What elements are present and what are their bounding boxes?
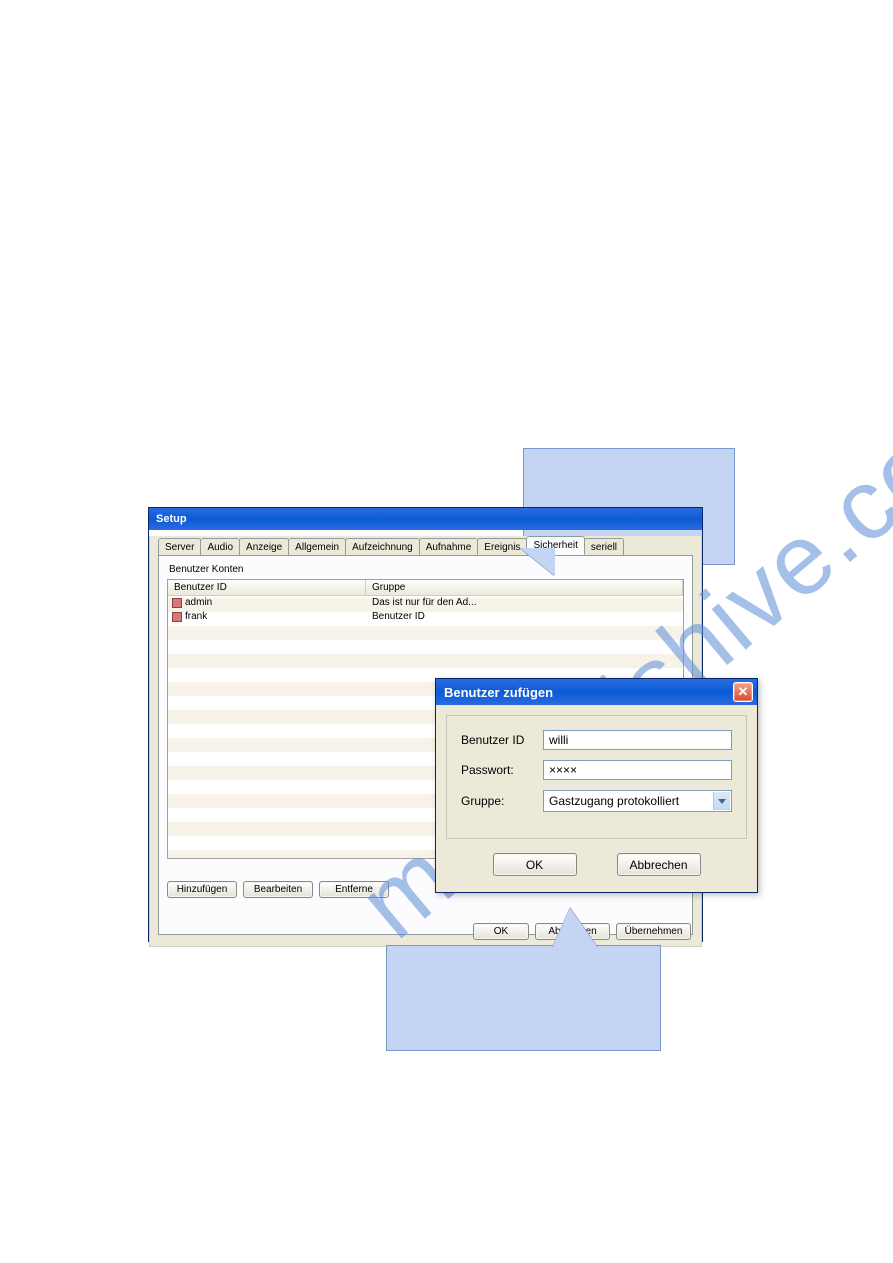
add-user-dialog: Benutzer zufügen ✕ Benutzer ID Passwort:… bbox=[435, 678, 758, 893]
label-user-id: Benutzer ID bbox=[461, 733, 543, 747]
table-body: admin Das ist nur für den Ad... frank Be… bbox=[168, 596, 683, 624]
close-icon[interactable]: ✕ bbox=[733, 682, 753, 702]
label-password: Passwort: bbox=[461, 763, 543, 777]
setup-title: Setup bbox=[156, 513, 187, 525]
select-group[interactable]: Gastzugang protokolliert bbox=[543, 790, 732, 812]
user-icon bbox=[172, 612, 182, 622]
row-password: Passwort: bbox=[461, 760, 732, 780]
tab-anzeige[interactable]: Anzeige bbox=[239, 538, 289, 555]
tab-audio[interactable]: Audio bbox=[200, 538, 240, 555]
chevron-down-icon[interactable] bbox=[713, 792, 730, 810]
modal-body: Benutzer ID Passwort: Gruppe: Gastzugang… bbox=[436, 705, 757, 892]
edit-button[interactable]: Bearbeiten bbox=[243, 881, 313, 898]
add-button[interactable]: Hinzufügen bbox=[167, 881, 237, 898]
callout-bottom-tail bbox=[552, 908, 598, 948]
tab-aufzeichnung[interactable]: Aufzeichnung bbox=[345, 538, 420, 555]
tab-seriell[interactable]: seriell bbox=[584, 538, 624, 555]
label-group: Gruppe: bbox=[461, 794, 543, 808]
panel-button-row: Hinzufügen Bearbeiten Entferne bbox=[167, 881, 389, 898]
table-row[interactable]: admin Das ist nur für den Ad... bbox=[168, 596, 683, 610]
col-header-id[interactable]: Benutzer ID bbox=[168, 580, 366, 595]
modal-inner: Benutzer ID Passwort: Gruppe: Gastzugang… bbox=[446, 715, 747, 839]
callout-top-tail bbox=[500, 548, 555, 576]
remove-button[interactable]: Entferne bbox=[319, 881, 389, 898]
setup-titlebar: Setup bbox=[149, 508, 702, 530]
cell-group: Das ist nur für den Ad... bbox=[366, 596, 683, 610]
modal-cancel-button[interactable]: Abbrechen bbox=[617, 853, 701, 876]
cell-group: Benutzer ID bbox=[366, 610, 683, 624]
input-user-id[interactable] bbox=[543, 730, 732, 750]
cell-user-id: frank bbox=[185, 610, 207, 624]
tab-row: Server Audio Anzeige Allgemein Aufzeichn… bbox=[158, 536, 693, 555]
ok-button[interactable]: OK bbox=[473, 923, 529, 940]
table-header: Benutzer ID Gruppe bbox=[168, 580, 683, 596]
modal-ok-button[interactable]: OK bbox=[493, 853, 577, 876]
tab-server[interactable]: Server bbox=[158, 538, 201, 555]
row-user-id: Benutzer ID bbox=[461, 730, 732, 750]
col-header-group[interactable]: Gruppe bbox=[366, 580, 683, 595]
tab-aufnahme[interactable]: Aufnahme bbox=[419, 538, 479, 555]
cell-user-id: admin bbox=[185, 596, 212, 610]
user-icon bbox=[172, 598, 182, 608]
apply-button[interactable]: Übernehmen bbox=[616, 923, 691, 940]
tab-allgemein[interactable]: Allgemein bbox=[288, 538, 346, 555]
row-group: Gruppe: Gastzugang protokolliert bbox=[461, 790, 732, 812]
table-row[interactable]: frank Benutzer ID bbox=[168, 610, 683, 624]
modal-title: Benutzer zufügen bbox=[444, 685, 553, 700]
modal-button-row: OK Abbrechen bbox=[446, 839, 747, 882]
callout-bottom bbox=[386, 945, 661, 1051]
modal-titlebar: Benutzer zufügen ✕ bbox=[436, 679, 757, 705]
groupbox-label: Benutzer Konten bbox=[167, 564, 684, 579]
select-group-value: Gastzugang protokolliert bbox=[549, 794, 679, 808]
input-password[interactable] bbox=[543, 760, 732, 780]
